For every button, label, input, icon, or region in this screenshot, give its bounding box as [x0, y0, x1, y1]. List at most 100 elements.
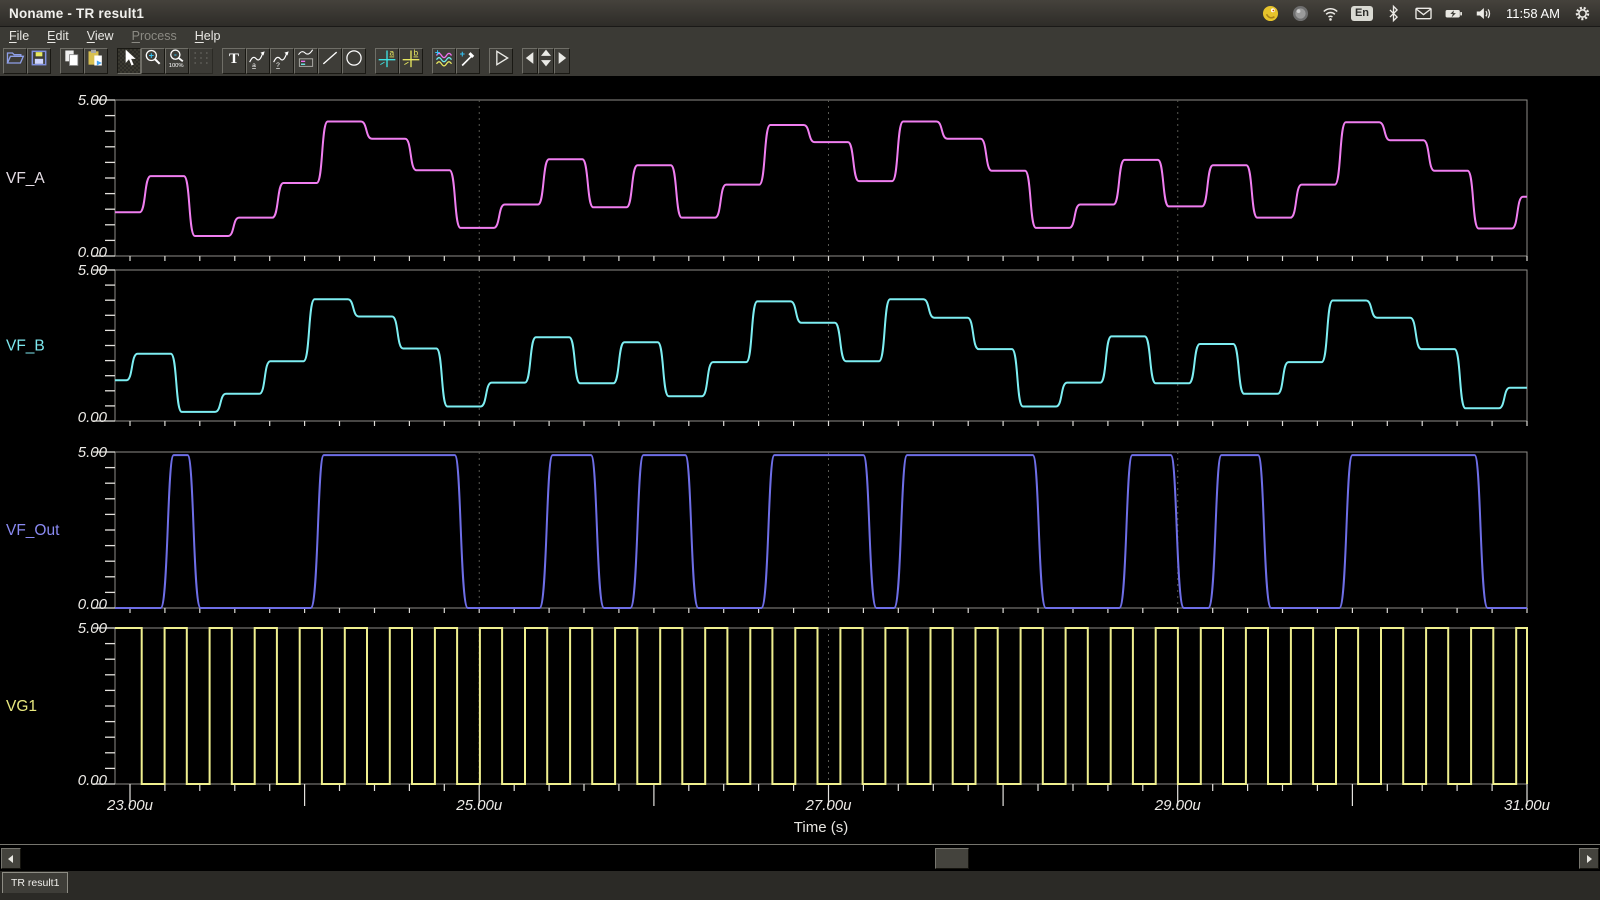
add-curves-icon: +: [434, 47, 454, 74]
svg-text:a: a: [252, 62, 256, 69]
left-arrow-icon: [6, 854, 16, 864]
toolbar-group: [522, 48, 570, 74]
keyboard-layout-indicator[interactable]: En: [1351, 6, 1373, 21]
scroll-right-icon: [552, 47, 572, 74]
toolbar-group: [60, 48, 108, 74]
legend-tool-button[interactable]: [294, 48, 318, 74]
svg-text:100%: 100%: [169, 63, 184, 69]
svg-text:a: a: [390, 48, 395, 58]
copy-button[interactable]: [60, 48, 84, 74]
axis-a-button[interactable]: a: [375, 48, 399, 74]
y-max-label: 5.00: [78, 92, 108, 109]
bluetooth-icon[interactable]: [1384, 4, 1403, 23]
paste-button[interactable]: [84, 48, 108, 74]
paste-icon: [86, 47, 106, 74]
scrollbar-left-button[interactable]: [1, 848, 21, 869]
toolbar-group: Ta?: [222, 48, 366, 74]
open-file-icon: [5, 47, 25, 74]
waveform-plot-area[interactable]: 5.000.00VF_A5.000.00VF_B5.000.00VF_Out5.…: [0, 76, 1600, 844]
scrollbar-right-button[interactable]: [1579, 848, 1599, 869]
system-tray: En 11:58 AM: [1261, 4, 1600, 23]
zoom-in-button[interactable]: +: [141, 48, 165, 74]
trace-VF_Out: [115, 455, 1527, 608]
horizontal-scrollbar[interactable]: [0, 844, 1600, 871]
svg-text:T: T: [229, 51, 239, 67]
add-curves-button[interactable]: +: [432, 48, 456, 74]
text-tool-button[interactable]: T: [222, 48, 246, 74]
select-cursor-icon: [119, 47, 139, 74]
tab-label: TR result1: [11, 877, 59, 889]
x-tick-label: 31.00u: [1504, 797, 1551, 814]
y-max-label: 5.00: [78, 444, 108, 461]
tab-bar: TR result1: [0, 871, 1600, 900]
trace-label-VF_A: VF_A: [6, 170, 45, 187]
trace-label-VG1: VG1: [6, 698, 37, 715]
svg-text:+: +: [460, 49, 465, 59]
trace-VG1: [115, 628, 1527, 784]
tab-tr-result1[interactable]: TR result1: [2, 872, 68, 893]
scrollbar-thumb[interactable]: [935, 848, 969, 869]
y-min-label: 0.00: [78, 244, 108, 261]
curve-marker-b-button[interactable]: ?: [270, 48, 294, 74]
x-tick-label: 25.00u: [455, 797, 503, 814]
select-cursor-button[interactable]: [117, 48, 141, 74]
menu-process[interactable]: Process: [123, 29, 186, 43]
panel-frame-VF_B: [115, 270, 1527, 421]
toolbar-group: ab: [375, 48, 423, 74]
trace-VF_A: [115, 122, 1527, 237]
grid-button[interactable]: [189, 48, 213, 74]
svg-text:+: +: [149, 50, 154, 60]
x-tick-label: 23.00u: [106, 797, 154, 814]
toolbar: +-100%Ta?ab++: [0, 45, 1600, 76]
axis-b-icon: b: [401, 47, 421, 74]
scroll-right-button[interactable]: [554, 48, 570, 74]
session-gear-icon[interactable]: [1573, 4, 1592, 23]
probe-tool-button[interactable]: +: [456, 48, 480, 74]
curve-marker-a-button[interactable]: a: [246, 48, 270, 74]
svg-text:?: ?: [276, 62, 280, 69]
toolbar-group: ++: [432, 48, 480, 74]
svg-text:-: -: [174, 49, 177, 59]
toolbar-group: [3, 48, 51, 74]
panel-frame-VF_Out: [115, 452, 1527, 608]
run-button[interactable]: [489, 48, 513, 74]
y-max-label: 5.00: [78, 620, 108, 637]
axis-b-button[interactable]: b: [399, 48, 423, 74]
wifi-icon[interactable]: [1321, 4, 1340, 23]
menu-view[interactable]: View: [78, 29, 123, 43]
battery-icon[interactable]: [1444, 4, 1463, 23]
volume-icon[interactable]: [1474, 4, 1493, 23]
trace-label-VF_Out: VF_Out: [6, 522, 60, 539]
y-min-label: 0.00: [78, 772, 108, 789]
open-file-button[interactable]: [3, 48, 27, 74]
zoom-100-button[interactable]: - 100%: [165, 48, 189, 74]
mail-icon[interactable]: [1414, 4, 1433, 23]
x-tick-label: 27.00u: [805, 797, 853, 814]
text-tool-icon: T: [224, 47, 244, 74]
y-max-label: 5.00: [78, 262, 108, 279]
x-tick-label: 29.00u: [1154, 797, 1202, 814]
axis-a-icon: a: [377, 47, 397, 74]
line-tool-button[interactable]: [318, 48, 342, 74]
clock[interactable]: 11:58 AM: [1506, 6, 1560, 21]
x-axis-title: Time (s): [794, 819, 848, 836]
line-tool-icon: [320, 47, 340, 74]
zoom-100-icon: - 100%: [167, 47, 187, 74]
save-file-button[interactable]: [27, 48, 51, 74]
panel-frame-VG1: [115, 628, 1527, 784]
app-yellow-icon[interactable]: [1261, 4, 1280, 23]
toolbar-group: [489, 48, 513, 74]
grid-icon: [191, 47, 211, 74]
menu-help[interactable]: Help: [186, 29, 230, 43]
menu-file[interactable]: File: [0, 29, 38, 43]
svg-text:+: +: [435, 48, 440, 58]
y-min-label: 0.00: [78, 409, 108, 426]
application-window: Noname - TR result1 En11:58 AM FileEditV…: [0, 0, 1600, 900]
app-sphere-icon[interactable]: [1291, 4, 1310, 23]
ellipse-tool-button[interactable]: [342, 48, 366, 74]
waveform-chart: 5.000.00VF_A5.000.00VF_B5.000.00VF_Out5.…: [0, 76, 1600, 844]
menu-edit[interactable]: Edit: [38, 29, 78, 43]
legend-tool-icon: [296, 47, 316, 74]
run-icon: [491, 47, 511, 74]
copy-icon: [62, 47, 82, 74]
